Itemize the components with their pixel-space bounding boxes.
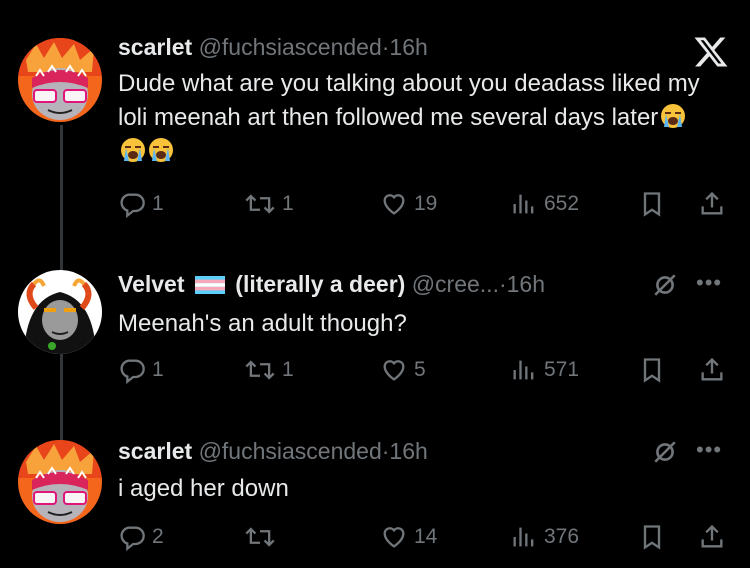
reply-icon	[120, 193, 145, 218]
transgender-flag-icon	[194, 276, 225, 294]
thread-connector	[60, 125, 63, 273]
views-button[interactable]: 571	[510, 356, 579, 384]
display-name-suffix[interactable]: (literally a deer)	[235, 271, 405, 297]
tweet-text: i aged her down	[118, 472, 708, 506]
repost-count: 1	[282, 192, 294, 215]
like-count: 14	[414, 525, 438, 548]
bookmark-button[interactable]	[638, 190, 666, 218]
like-button[interactable]: 5	[380, 356, 426, 384]
views-count: 376	[544, 525, 580, 548]
views-icon	[513, 527, 534, 547]
avatar[interactable]	[18, 270, 102, 354]
share-icon	[701, 357, 723, 381]
thread-connector	[60, 348, 63, 440]
timestamp[interactable]: 16h	[389, 438, 427, 464]
bookmark-icon	[643, 192, 661, 217]
tweet-text-content: Meenah's an adult though?	[118, 310, 407, 337]
separator-dot: ·	[498, 271, 507, 297]
avatar[interactable]	[18, 38, 102, 122]
like-button[interactable]: 14	[380, 523, 437, 551]
share-button[interactable]	[698, 523, 726, 551]
share-button[interactable]	[698, 190, 726, 218]
display-name[interactable]: Velvet	[118, 271, 185, 297]
like-count: 5	[414, 358, 426, 381]
tweet-text: Dude what are you talking about you dead…	[118, 67, 708, 169]
share-icon	[701, 191, 723, 215]
reply-count: 2	[152, 525, 164, 548]
heart-icon	[383, 194, 405, 215]
tweet-actions: 1 1 5 571	[118, 356, 738, 390]
views-count: 652	[544, 192, 580, 215]
tweet-actions: 1 1 19 652	[118, 190, 738, 224]
mute-icon[interactable]	[652, 272, 678, 298]
bookmark-icon	[643, 358, 661, 383]
reply-button[interactable]: 1	[118, 356, 164, 384]
repost-button[interactable]	[244, 523, 282, 551]
like-button[interactable]: 19	[380, 190, 437, 218]
like-count: 19	[414, 192, 438, 215]
tweet-header: Velvet (literally a deer) @cree...·16h	[118, 270, 545, 298]
tweet-text-content: i aged her down	[118, 475, 289, 502]
views-icon	[513, 360, 534, 380]
repost-button[interactable]: 1	[244, 356, 294, 384]
display-name[interactable]: scarlet	[118, 34, 192, 60]
bookmark-button[interactable]	[638, 523, 666, 551]
share-icon	[701, 524, 723, 548]
repost-button[interactable]: 1	[244, 190, 294, 218]
reply-button[interactable]: 1	[118, 190, 164, 218]
heart-icon	[383, 527, 405, 548]
display-name[interactable]: scarlet	[118, 438, 192, 464]
reply-icon	[120, 526, 145, 551]
loudly-crying-face-icon	[121, 138, 145, 162]
tweet-header: scarlet @fuchsiascended·16h	[118, 33, 428, 61]
repost-icon	[245, 527, 275, 547]
views-count: 571	[544, 358, 580, 381]
more-icon[interactable]: •••	[696, 270, 722, 296]
timestamp[interactable]: 16h	[507, 271, 545, 297]
user-handle[interactable]: @cree...	[412, 271, 499, 297]
loudly-crying-face-icon	[661, 104, 686, 128]
tweet-header: scarlet @fuchsiascended·16h	[118, 437, 428, 465]
more-icon[interactable]: •••	[696, 437, 722, 463]
repost-count: 1	[282, 358, 294, 381]
bookmark-icon	[643, 525, 661, 550]
views-button[interactable]: 652	[510, 190, 579, 218]
reply-icon	[120, 359, 145, 384]
loudly-crying-face-icon	[149, 138, 173, 162]
user-handle[interactable]: @fuchsiascended	[199, 438, 382, 464]
timestamp[interactable]: 16h	[389, 34, 427, 60]
repost-icon	[245, 194, 275, 214]
mute-icon[interactable]	[652, 439, 678, 465]
share-button[interactable]	[698, 356, 726, 384]
bookmark-button[interactable]	[638, 356, 666, 384]
repost-icon	[245, 360, 275, 380]
user-handle[interactable]: @fuchsiascended	[199, 34, 382, 60]
reply-count: 1	[152, 358, 164, 381]
reply-button[interactable]: 2	[118, 523, 164, 551]
views-icon	[513, 194, 534, 214]
tweet-actions: 2 14 376	[118, 523, 738, 557]
reply-count: 1	[152, 192, 164, 215]
heart-icon	[383, 360, 405, 381]
x-logo-icon[interactable]	[693, 34, 729, 70]
tweet-text: Meenah's an adult though?	[118, 307, 708, 341]
avatar[interactable]	[18, 440, 102, 524]
tweet-text-content: Dude what are you talking about you dead…	[118, 70, 700, 131]
views-button[interactable]: 376	[510, 523, 579, 551]
